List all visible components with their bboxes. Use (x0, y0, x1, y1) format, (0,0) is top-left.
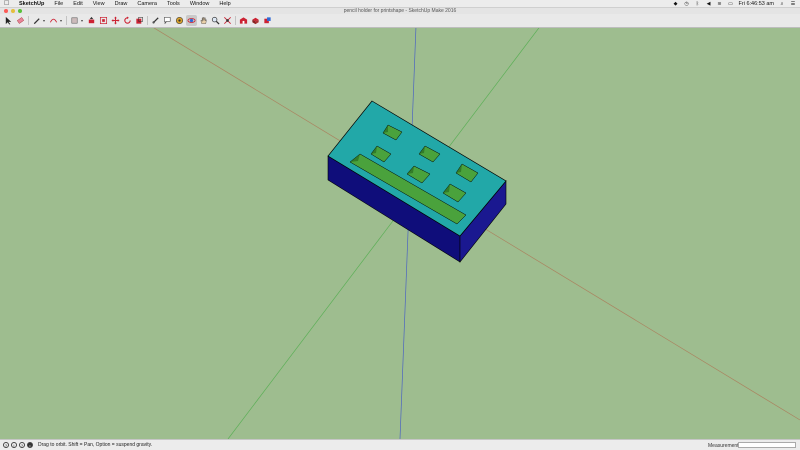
zoom-tool[interactable] (210, 15, 221, 26)
arc-tool[interactable] (48, 15, 59, 26)
eraser-icon (16, 17, 25, 24)
modeling-viewport[interactable] (0, 28, 800, 439)
offset-icon (99, 16, 108, 25)
status-hint: Drag to orbit. Shift = Pan, Option = sus… (38, 442, 153, 448)
wifi-icon[interactable]: ≋ (717, 1, 723, 7)
spotlight-icon[interactable]: ⌕ (779, 1, 785, 7)
measurements-label: Measurements (708, 443, 742, 449)
text-tool[interactable] (162, 15, 173, 26)
toolbar-separator (235, 16, 236, 25)
green-axis (227, 28, 540, 439)
orbit-icon (187, 18, 196, 23)
paint-bucket-tool[interactable] (174, 15, 185, 26)
instructor-icon[interactable]: ? (19, 442, 25, 448)
menu-tools[interactable]: Tools (162, 1, 185, 7)
geo-location-icon[interactable]: ? (3, 442, 9, 448)
text-icon (164, 17, 171, 24)
chevron-down-icon[interactable]: ▾ (60, 18, 64, 23)
pencil-icon (33, 18, 40, 25)
battery-icon[interactable]: ▭ (728, 1, 734, 7)
menu-file[interactable]: File (49, 1, 68, 7)
rotate-tool[interactable] (122, 15, 133, 26)
pan-tool[interactable] (198, 15, 209, 26)
offset-tool[interactable] (98, 15, 109, 26)
extension-warehouse-tool[interactable] (250, 15, 261, 26)
move-icon (111, 16, 120, 25)
chevron-down-icon[interactable]: ▾ (81, 18, 85, 23)
arrow-cursor-icon (5, 16, 12, 25)
scale-tool[interactable] (134, 15, 145, 26)
measurements-input[interactable] (738, 442, 796, 448)
menu-edit[interactable]: Edit (68, 1, 87, 7)
menu-help[interactable]: Help (214, 1, 235, 7)
hand-icon (200, 17, 207, 24)
menu-draw[interactable]: Draw (110, 1, 133, 7)
select-tool[interactable] (3, 15, 14, 26)
components-icon (264, 17, 271, 24)
tape-measure-icon (152, 17, 159, 24)
status-menus: ◆ ◷ ᛒ ◀ ≋ ▭ Fri 6:46:53 am ⌕ ☰ (673, 1, 796, 7)
rectangle-tool[interactable] (69, 15, 80, 26)
arc-icon (49, 18, 58, 23)
user-account-icon[interactable]: • (27, 442, 33, 448)
line-tool[interactable] (31, 15, 42, 26)
eraser-tool[interactable] (15, 15, 26, 26)
time-machine-icon[interactable]: ◷ (684, 1, 690, 7)
dropbox-icon[interactable]: ◆ (673, 1, 679, 7)
menu-bar:  SketchUp File Edit View Draw Camera To… (0, 0, 800, 8)
menu-clock[interactable]: Fri 6:46:53 am (739, 1, 774, 7)
notification-center-icon[interactable]: ☰ (790, 1, 796, 7)
menu-window[interactable]: Window (185, 1, 215, 7)
paint-bucket-icon (175, 16, 184, 25)
zoom-icon (211, 16, 220, 25)
tape-measure-tool[interactable] (150, 15, 161, 26)
zoom-extents-icon (224, 17, 231, 24)
bluetooth-icon[interactable]: ᛒ (695, 1, 701, 7)
credits-icon[interactable]: i (11, 442, 17, 448)
status-bar: ? i ? • Drag to orbit. Shift = Pan, Opti… (0, 439, 800, 450)
scale-icon (136, 17, 143, 24)
components-tool[interactable] (262, 15, 273, 26)
menu-camera[interactable]: Camera (132, 1, 162, 7)
extension-icon (252, 17, 259, 25)
volume-icon[interactable]: ◀ (706, 1, 712, 7)
warehouse-tool[interactable] (238, 15, 249, 26)
model-canvas[interactable] (0, 28, 800, 439)
push-pull-icon (88, 16, 95, 24)
menu-view[interactable]: View (88, 1, 110, 7)
apple-menu-icon[interactable]:  (4, 0, 14, 7)
toolbar-separator (147, 16, 148, 25)
push-pull-tool[interactable] (86, 15, 97, 26)
toolbar-separator (66, 16, 67, 25)
menu-sketchup[interactable]: SketchUp (14, 1, 49, 7)
toolbar-separator (28, 16, 29, 25)
orbit-tool[interactable] (186, 15, 197, 26)
zoom-extents-tool[interactable] (222, 15, 233, 26)
chevron-down-icon[interactable]: ▾ (43, 18, 47, 23)
move-tool[interactable] (110, 15, 121, 26)
main-toolbar: ▾ ▾ ▾ (0, 14, 800, 28)
rectangle-icon (71, 17, 78, 24)
warehouse-icon (239, 17, 248, 24)
rotate-icon (124, 16, 131, 24)
